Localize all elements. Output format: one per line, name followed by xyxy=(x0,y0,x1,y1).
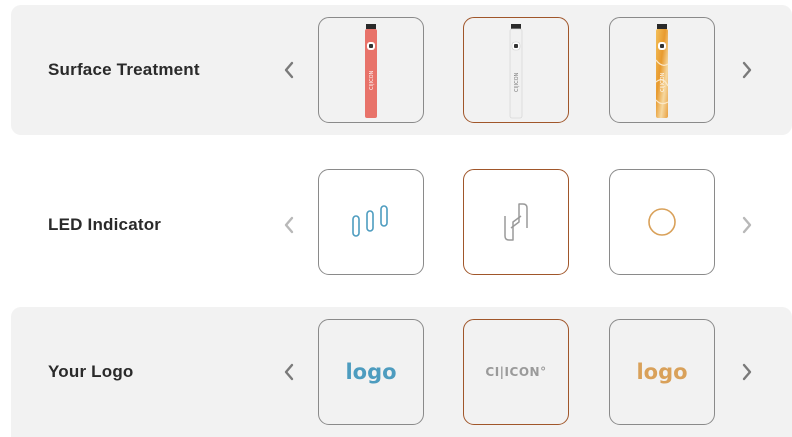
led-option-ring[interactable] xyxy=(609,169,715,275)
surface-option-coral[interactable]: CI|ICON xyxy=(318,17,424,123)
ring-icon xyxy=(648,208,676,236)
logo-text-gold: logo xyxy=(636,360,688,384)
surface-option-white[interactable]: CI|ICON xyxy=(463,17,569,123)
amber-marble-pen-icon: CI|ICON xyxy=(655,24,669,118)
your-logo-row: Your Logo logo CI|ICON° logo xyxy=(11,307,792,437)
logo-next-arrow-icon[interactable] xyxy=(737,360,757,384)
led-indicator-label: LED Indicator xyxy=(48,215,162,234)
coral-pen-icon: CI|ICON xyxy=(365,24,377,118)
three-bars-icon xyxy=(352,205,388,237)
led-prev-arrow-icon[interactable] xyxy=(279,213,299,237)
white-pen-icon: CI|ICON xyxy=(509,24,523,119)
svg-text:CI|ICON: CI|ICON xyxy=(660,72,666,92)
svg-text:CI|ICON: CI|ICON xyxy=(514,72,520,92)
surface-prev-arrow-icon[interactable] xyxy=(279,58,299,82)
svg-text:CI|ICON: CI|ICON xyxy=(369,70,375,90)
logo-option-gold[interactable]: logo xyxy=(609,319,715,425)
led-option-interlock[interactable] xyxy=(463,169,569,275)
interlock-icon xyxy=(504,203,528,241)
surface-treatment-row: Surface Treatment CI|ICON CI|ICON CI|ICO… xyxy=(11,5,792,135)
logo-text-blue: logo xyxy=(345,360,397,384)
brand-logo-text: CI|ICON° xyxy=(485,365,547,379)
led-next-arrow-icon[interactable] xyxy=(737,213,757,237)
surface-next-arrow-icon[interactable] xyxy=(737,58,757,82)
surface-treatment-label: Surface Treatment xyxy=(48,60,200,79)
logo-option-blue[interactable]: logo xyxy=(318,319,424,425)
surface-option-amber[interactable]: CI|ICON xyxy=(609,17,715,123)
your-logo-label: Your Logo xyxy=(48,362,134,381)
logo-option-brand[interactable]: CI|ICON° xyxy=(463,319,569,425)
led-indicator-row: LED Indicator xyxy=(11,160,792,290)
logo-prev-arrow-icon[interactable] xyxy=(279,360,299,384)
led-option-three-bars[interactable] xyxy=(318,169,424,275)
